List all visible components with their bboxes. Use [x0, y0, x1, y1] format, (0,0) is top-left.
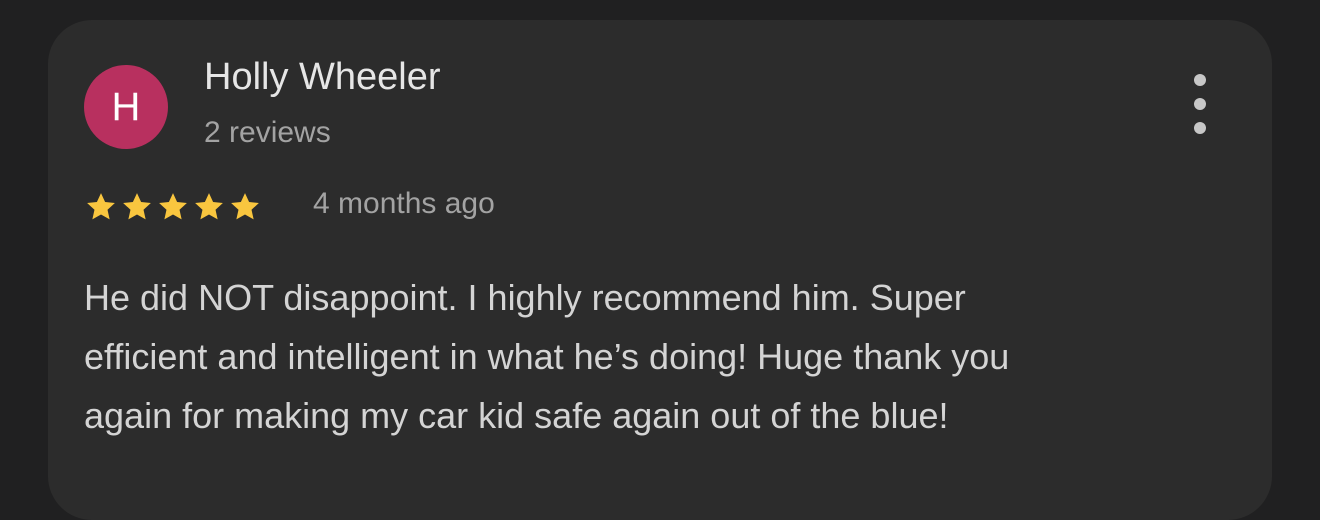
more-vertical-icon-dot [1194, 122, 1206, 134]
review-time: 4 months ago [313, 187, 495, 220]
reviewer-review-count: 2 reviews [204, 116, 331, 149]
avatar[interactable]: H [84, 65, 168, 149]
star-icon [159, 193, 187, 220]
star-icon [87, 193, 115, 220]
more-options-button[interactable] [1178, 74, 1222, 134]
review-text: He did NOT disappoint. I highly recommen… [84, 268, 1224, 445]
more-vertical-icon [1194, 74, 1206, 86]
more-vertical-icon-dot [1194, 98, 1206, 110]
star-icon [231, 193, 259, 220]
reviewer-name[interactable]: Holly Wheeler [204, 56, 441, 99]
star-icon [195, 193, 223, 220]
star-rating [84, 190, 262, 224]
review-text-line: again for making my car kid safe again o… [84, 395, 949, 436]
review-text-line: efficient and intelligent in what he’s d… [84, 336, 1010, 377]
avatar-initial: H [111, 85, 141, 129]
star-icon [123, 193, 151, 220]
review-text-line: He did NOT disappoint. I highly recommen… [84, 277, 966, 318]
review-card: H Holly Wheeler 2 reviews 4 months ago H… [48, 20, 1272, 520]
